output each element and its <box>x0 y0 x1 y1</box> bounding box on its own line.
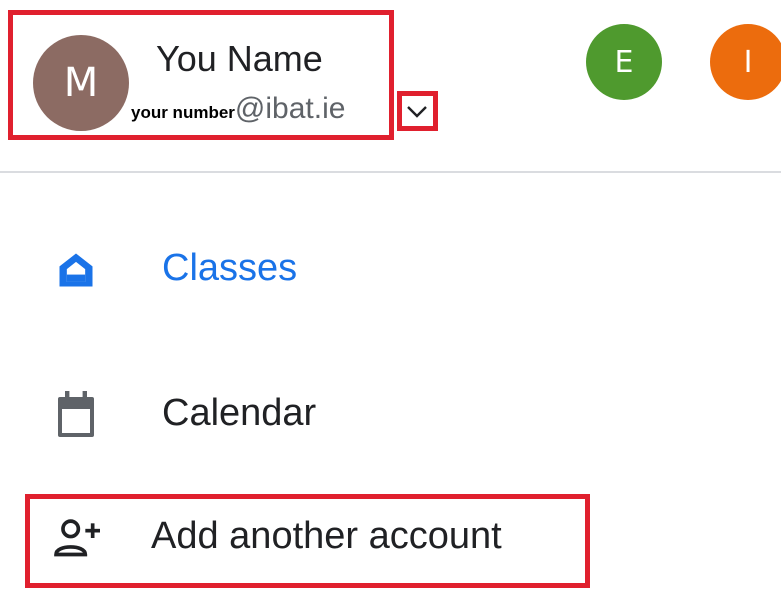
nav-item-calendar[interactable]: Calendar <box>0 380 781 450</box>
other-account-avatar[interactable]: E <box>586 24 662 100</box>
annotation-box-chevron <box>397 91 438 131</box>
other-account-initial: E <box>614 44 634 80</box>
other-account-initial: I <box>743 44 753 80</box>
other-account-avatar[interactable]: I <box>710 24 781 100</box>
nav-label-classes: Classes <box>162 247 298 289</box>
nav-item-classes[interactable]: Classes <box>0 235 781 305</box>
nav-label-add-account: Add another account <box>151 515 502 557</box>
divider <box>0 171 781 173</box>
nav-item-add-account[interactable]: Add another account <box>0 503 781 573</box>
home-icon <box>48 242 104 298</box>
annotation-box-account <box>8 10 394 140</box>
add-person-icon <box>50 510 106 566</box>
calendar-icon <box>48 387 104 443</box>
nav-label-calendar: Calendar <box>162 392 317 434</box>
